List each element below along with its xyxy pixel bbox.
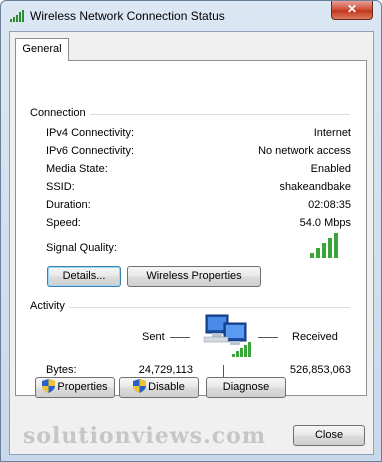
received-line	[258, 337, 278, 338]
signal-bar	[328, 238, 332, 258]
ssid-label: SSID:	[46, 181, 75, 193]
bytes-sent-value: 24,729,113	[138, 364, 193, 376]
tab-panel-general: Connection IPv4 Connectivity: Internet I…	[15, 60, 367, 396]
wireless-properties-button[interactable]: Wireless Properties	[127, 266, 261, 287]
bytes-received-value: 526,853,063	[289, 364, 351, 376]
ipv6-connectivity-value: No network access	[258, 145, 351, 157]
title-close-button[interactable]: ✕	[331, 1, 373, 20]
media-state-label: Media State:	[46, 163, 108, 175]
uac-shield-icon	[133, 379, 147, 393]
connection-group-label: Connection	[30, 107, 90, 119]
ipv6-connectivity-label: IPv6 Connectivity:	[46, 145, 135, 157]
ipv4-connectivity-label: IPv4 Connectivity:	[46, 127, 135, 139]
window-title: Wireless Network Connection Status	[30, 9, 225, 23]
network-computers-icon	[203, 314, 251, 357]
tab-general[interactable]: General	[15, 38, 69, 61]
duration-label: Duration:	[46, 199, 91, 211]
signal-bar	[316, 248, 320, 258]
dialog-window: Wireless Network Connection Status ✕ Gen…	[0, 0, 382, 462]
activity-group-label: Activity	[30, 300, 69, 312]
activity-group-divider	[30, 307, 350, 308]
disable-button[interactable]: Disable	[119, 377, 199, 398]
media-state-value: Enabled	[310, 163, 351, 175]
sent-label: Sent	[142, 331, 165, 343]
speed-label: Speed:	[46, 217, 81, 229]
close-button[interactable]: Close	[293, 425, 365, 446]
signal-quality-bars-icon	[310, 233, 338, 258]
disable-button-label: Disable	[148, 381, 185, 393]
signal-bar	[334, 233, 338, 258]
sent-line	[170, 337, 190, 338]
properties-button-label: Properties	[57, 381, 108, 393]
dialog-client-area: General Connection IPv4 Connectivity: In…	[9, 31, 374, 455]
bytes-label: Bytes:	[46, 364, 77, 376]
uac-shield-icon	[42, 379, 56, 393]
duration-value: 02:08:35	[308, 199, 351, 211]
properties-button[interactable]: Properties	[35, 377, 115, 398]
ipv4-connectivity-value: Internet	[313, 127, 351, 139]
diagnose-button[interactable]: Diagnose	[206, 377, 286, 398]
wireless-signal-icon	[10, 10, 24, 22]
speed-value: 54.0 Mbps	[299, 217, 351, 229]
title-bar[interactable]: Wireless Network Connection Status ✕	[1, 1, 381, 31]
signal-quality-label: Signal Quality:	[46, 242, 117, 254]
signal-bar	[310, 253, 314, 258]
ssid-value: shakeandbake	[279, 181, 351, 193]
watermark-logo: solutionviews.com	[23, 423, 267, 449]
signal-bar	[322, 243, 326, 258]
received-label: Received	[292, 331, 338, 343]
details-button[interactable]: Details...	[47, 266, 121, 287]
